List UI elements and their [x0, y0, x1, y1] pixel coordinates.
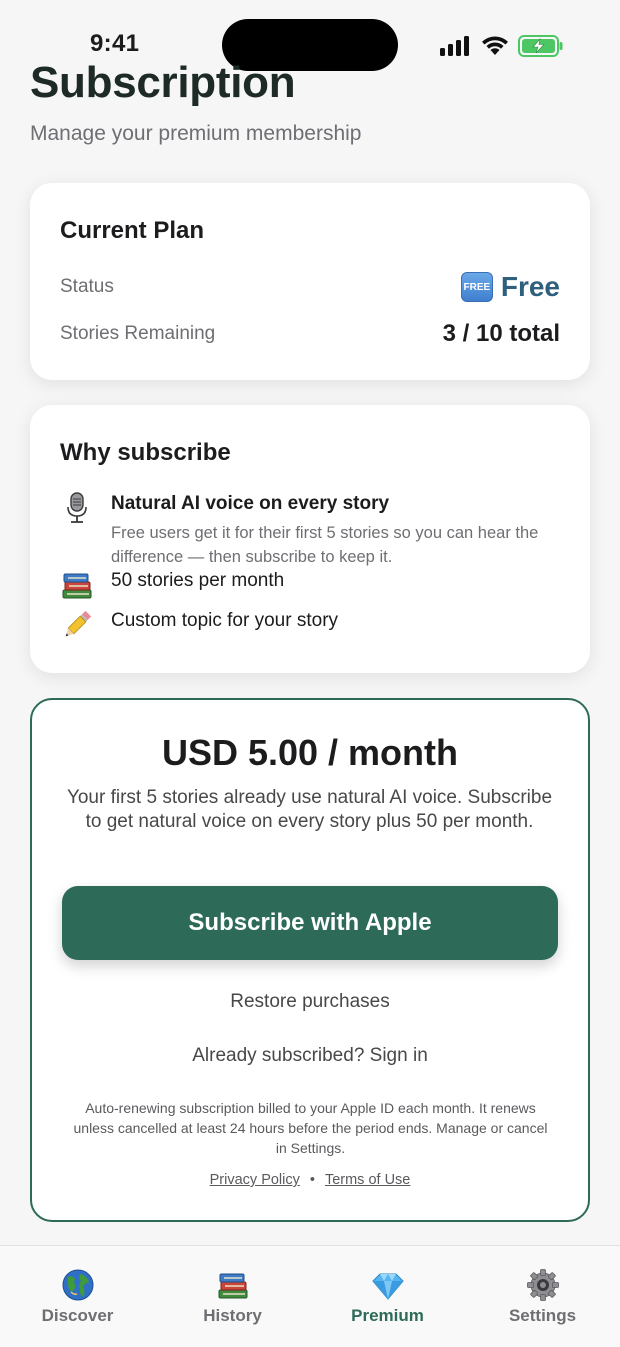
benefit-stories-per-month: 50 stories per month	[60, 568, 560, 602]
subscription-screen: 9:41 Subscription Manage your premium me…	[0, 0, 620, 1347]
price-description: Your first 5 stories already use natural…	[66, 787, 553, 832]
why-subscribe-card: Why subscribe Natural AI voice on every …	[30, 405, 590, 673]
wifi-icon	[482, 36, 508, 55]
status-label: Status	[60, 276, 114, 297]
tab-premium[interactable]: Premium	[310, 1246, 465, 1347]
current-plan-title: Current Plan	[60, 217, 205, 244]
why-subscribe-title: Why subscribe	[60, 439, 231, 466]
microphone-icon	[60, 491, 94, 525]
tab-label: Premium	[351, 1306, 424, 1325]
free-badge-icon: FREE	[460, 272, 493, 302]
current-plan-card: Current Plan Status FREE Free Stories Re…	[30, 183, 590, 380]
pencil-icon	[60, 608, 94, 642]
books-icon	[60, 568, 94, 602]
sign-in-link[interactable]: Already subscribed? Sign in	[32, 1045, 588, 1067]
gear-icon	[527, 1269, 559, 1301]
legal-links: Privacy Policy • Terms of Use	[32, 1172, 588, 1188]
benefit-title: Natural AI voice on every story	[111, 493, 390, 514]
price-label: USD 5.00 / month	[161, 732, 459, 773]
cellular-signal-icon	[440, 36, 469, 56]
tab-history[interactable]: History	[155, 1246, 310, 1347]
tab-bar: Discover History Premium Settings	[0, 1245, 620, 1347]
tab-label: Discover	[41, 1306, 114, 1325]
tab-label: Settings	[508, 1306, 577, 1325]
benefit-title: 50 stories per month	[111, 570, 285, 591]
benefit-natural-voice: Natural AI voice on every story Free use…	[60, 491, 560, 571]
battery-charging-icon	[518, 35, 563, 57]
tab-label: History	[203, 1306, 262, 1325]
diamond-icon	[372, 1273, 404, 1300]
benefit-description: Free users get it for their first 5 stor…	[111, 524, 539, 566]
benefit-custom-topic: Custom topic for your story	[60, 608, 560, 642]
page-title: Subscription	[30, 58, 296, 107]
status-time: 9:41	[90, 30, 140, 57]
terms-of-use-link[interactable]: Terms of Use	[325, 1172, 410, 1188]
status-text: Free	[500, 271, 560, 302]
stories-remaining-label: Stories Remaining	[60, 323, 216, 344]
tab-discover[interactable]: Discover	[0, 1246, 155, 1347]
benefit-title: Custom topic for your story	[111, 610, 339, 631]
globe-icon	[62, 1269, 94, 1301]
status-value: FREE Free	[460, 271, 560, 303]
subscribe-with-apple-button[interactable]: Subscribe with Apple	[62, 886, 558, 960]
page-subtitle: Manage your premium membership	[30, 122, 362, 145]
privacy-policy-link[interactable]: Privacy Policy	[210, 1172, 300, 1188]
pricing-card: USD 5.00 / month Your first 5 stories al…	[30, 698, 590, 1222]
books-icon	[218, 1273, 248, 1299]
link-separator: •	[309, 1172, 315, 1188]
stories-remaining-value: 3 / 10 total	[442, 320, 560, 347]
restore-purchases-link[interactable]: Restore purchases	[32, 991, 588, 1013]
tab-settings[interactable]: Settings	[465, 1246, 620, 1347]
legal-text: Auto-renewing subscription billed to you…	[73, 1100, 548, 1156]
